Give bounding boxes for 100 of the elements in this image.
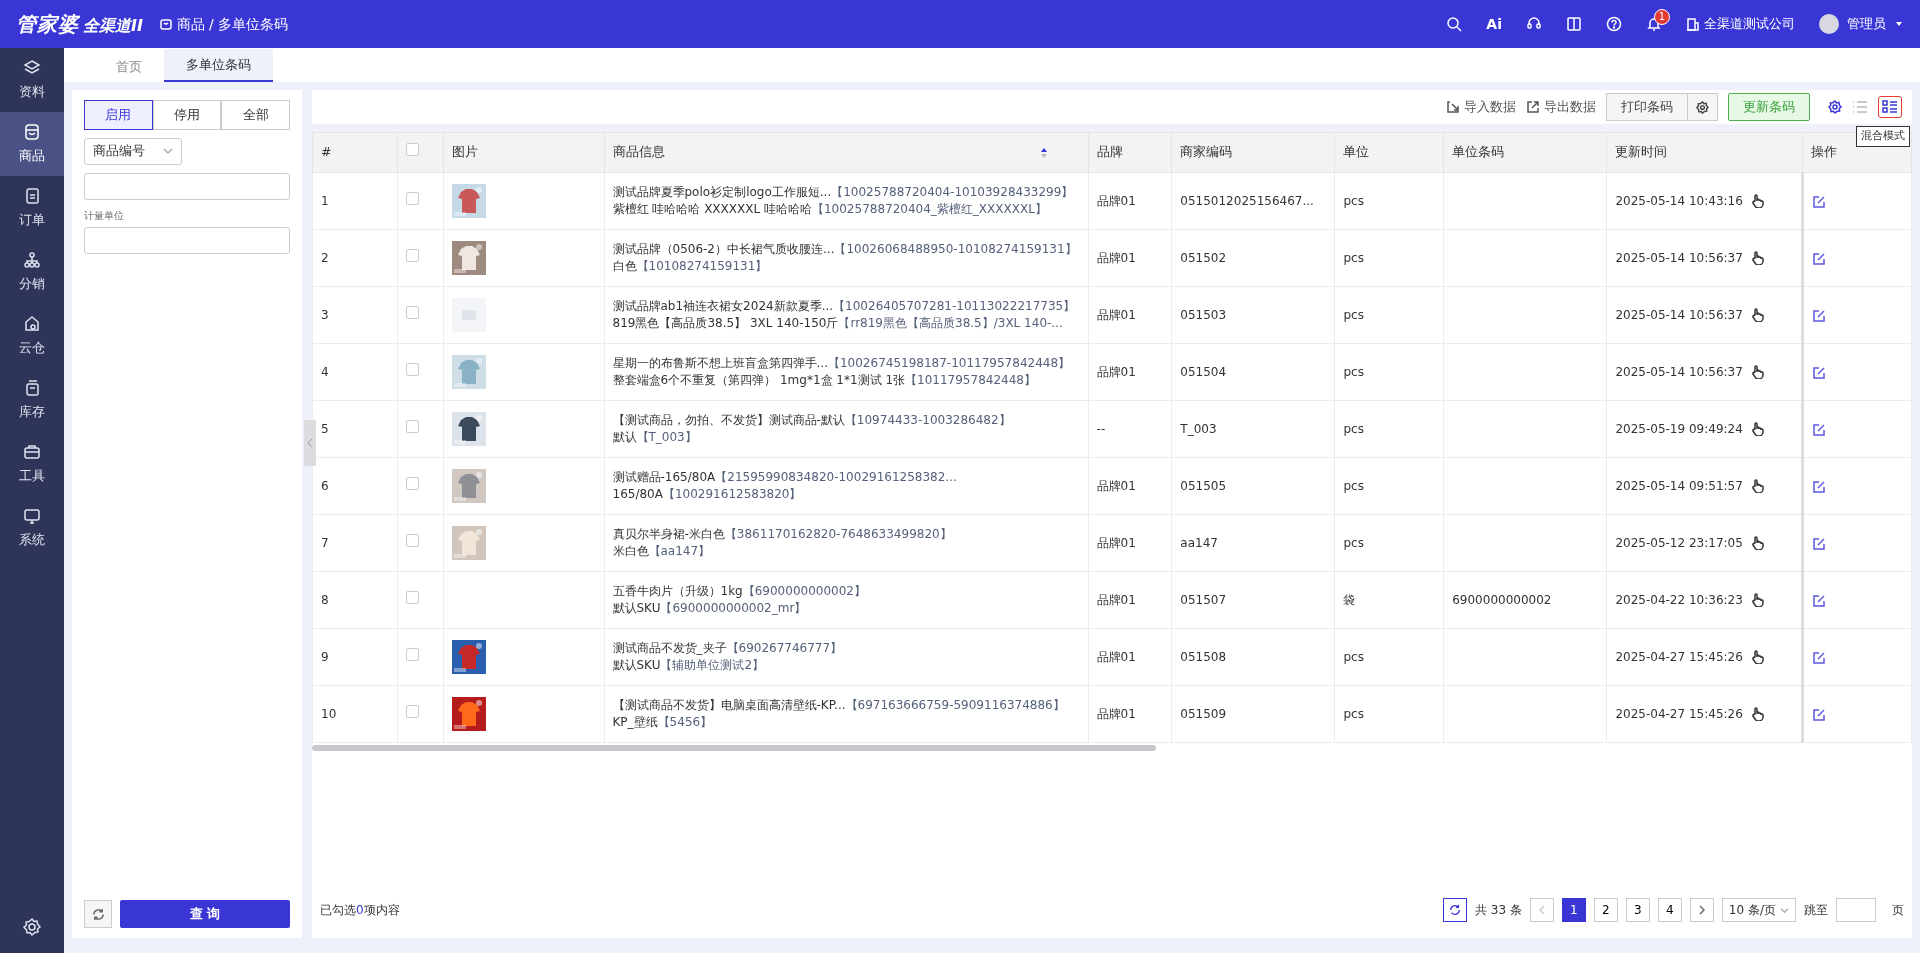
breadcrumb-link[interactable]: 商品 (176, 13, 205, 35)
row-checkbox[interactable] (405, 705, 419, 718)
print-settings-button[interactable] (1688, 93, 1718, 121)
table-cell: 品牌01 (1096, 194, 1136, 208)
help-icon[interactable] (1606, 16, 1622, 32)
table-cell: 品牌01 (1096, 308, 1136, 322)
tab[interactable]: 首页 (94, 50, 164, 82)
mixed-view-button[interactable] (1878, 96, 1902, 118)
hand-pointer-icon[interactable] (1750, 707, 1764, 721)
avatar[interactable] (1819, 14, 1839, 34)
table-cell: pcs (1343, 422, 1364, 436)
product-info-line: 测试品牌夏季polo衫定制logo工作服短...【10025788720404-10103928433299】 (612, 184, 1075, 201)
page-size-select[interactable]: 10 条/页 (1721, 898, 1796, 922)
sort-icon[interactable] (1039, 147, 1048, 159)
status-toggle[interactable]: 启用 (84, 100, 153, 130)
row-checkbox[interactable] (405, 591, 419, 604)
tab[interactable]: 多单位条码 (164, 48, 273, 82)
product-info-line: 真贝尔半身裙-米白色【3861170162820-7648633499820】 (612, 526, 953, 543)
search-icon[interactable] (1446, 16, 1463, 32)
row-checkbox[interactable] (405, 477, 419, 490)
table-cell: 品牌01 (1096, 593, 1136, 607)
sidebar-item[interactable]: 系统 (0, 496, 64, 560)
product-info-line: KP_壁纸【5456】 (612, 714, 714, 731)
product-info-line: 测试赠品-165/80A【21595990834820-10029161258382... (612, 469, 958, 486)
ai-assistant-button[interactable]: Ai (1486, 13, 1502, 35)
user-name[interactable]: 管理员 (1847, 14, 1886, 34)
edit-icon[interactable] (1812, 650, 1827, 665)
row-checkbox[interactable] (405, 306, 419, 319)
table-cell: 0515012025156467... (1180, 194, 1314, 208)
query-button[interactable]: 查 询 (120, 900, 290, 928)
table-cell: 品牌01 (1096, 536, 1136, 550)
status-toggle[interactable]: 停用 (152, 100, 222, 130)
table-cell-text: 2025-04-22 10:36:23 (1615, 592, 1743, 609)
sidebar-item[interactable]: 云仓 (0, 304, 64, 368)
row-checkbox[interactable] (405, 249, 419, 262)
table-cell: 品牌01 (1096, 365, 1136, 379)
row-checkbox[interactable] (405, 648, 419, 661)
notification-badge: 1 (1653, 9, 1670, 25)
sidebar-item[interactable]: 商品 (0, 112, 64, 176)
bell-icon[interactable] (1646, 16, 1662, 32)
page-jump-field[interactable] (1836, 898, 1876, 922)
page-button[interactable]: 4 (1657, 898, 1682, 922)
unit-field[interactable] (84, 226, 290, 254)
row-checkbox[interactable] (405, 363, 419, 376)
edit-icon[interactable] (1812, 536, 1827, 551)
hand-pointer-icon[interactable] (1750, 194, 1764, 208)
settings-icon[interactable] (1828, 100, 1842, 114)
hand-pointer-icon[interactable] (1750, 536, 1764, 550)
edit-icon[interactable] (1812, 422, 1827, 437)
search-field[interactable] (84, 172, 290, 200)
row-checkbox[interactable] (405, 192, 419, 205)
column-header: 商家编码 (1180, 144, 1233, 160)
hand-pointer-icon[interactable] (1750, 650, 1764, 664)
sidebar-item[interactable]: 资料 (0, 48, 64, 112)
edit-icon[interactable] (1812, 365, 1827, 380)
column-header: 品牌 (1096, 144, 1123, 160)
table-cell: 051508 (1180, 650, 1227, 664)
table-cell: 051509 (1180, 707, 1227, 721)
page-button[interactable]: 2 (1593, 898, 1618, 922)
edit-icon[interactable] (1812, 707, 1827, 722)
row-number: 6 (321, 479, 329, 493)
export-link[interactable]: 导出数据 (1526, 97, 1596, 117)
refresh-button[interactable] (1442, 898, 1467, 922)
field-label: 计量单位 (84, 208, 125, 223)
import-link[interactable]: 导入数据 (1446, 97, 1516, 117)
page-button[interactable]: 1 (1561, 898, 1586, 922)
edit-icon[interactable] (1812, 194, 1827, 209)
edit-icon[interactable] (1812, 593, 1827, 608)
hand-pointer-icon[interactable] (1750, 251, 1764, 265)
sidebar-item[interactable]: 分销 (0, 240, 64, 304)
row-checkbox[interactable] (405, 534, 419, 547)
hand-pointer-icon[interactable] (1750, 308, 1764, 322)
total-count: 共 33 条 (1474, 902, 1522, 919)
select-all-checkbox[interactable] (405, 143, 419, 157)
row-checkbox[interactable] (405, 420, 419, 433)
hand-pointer-icon[interactable] (1750, 593, 1764, 607)
collapse-handle[interactable] (304, 420, 316, 466)
reset-button[interactable] (84, 900, 112, 928)
status-toggle[interactable]: 全部 (221, 100, 290, 130)
company-name[interactable]: 全渠道测试公司 (1704, 14, 1795, 34)
sidebar-item[interactable]: 订单 (0, 176, 64, 240)
table-cell: 051507 (1180, 593, 1227, 607)
edit-icon[interactable] (1812, 308, 1827, 323)
edit-icon[interactable] (1812, 479, 1827, 494)
sidebar-item[interactable]: 工具 (0, 432, 64, 496)
page-button[interactable]: 3 (1625, 898, 1650, 922)
table-cell: 袋 (1343, 593, 1356, 607)
table-cell: pcs (1343, 707, 1364, 721)
product-info-line: 测试商品不发货_夹子【690267746777】 (612, 640, 844, 657)
print-button[interactable]: 打印条码 (1606, 93, 1688, 121)
table-cell: pcs (1343, 365, 1364, 379)
headset-icon[interactable] (1526, 16, 1542, 32)
sidebar-item[interactable]: 库存 (0, 368, 64, 432)
breadcrumb-separator: / (208, 14, 214, 34)
hand-pointer-icon[interactable] (1750, 365, 1764, 379)
field-select[interactable]: 商品编号 (84, 137, 182, 165)
edit-icon[interactable] (1812, 251, 1827, 266)
hand-pointer-icon[interactable] (1750, 479, 1764, 493)
hand-pointer-icon[interactable] (1750, 422, 1764, 436)
column-header: 更新时间 (1615, 144, 1668, 160)
